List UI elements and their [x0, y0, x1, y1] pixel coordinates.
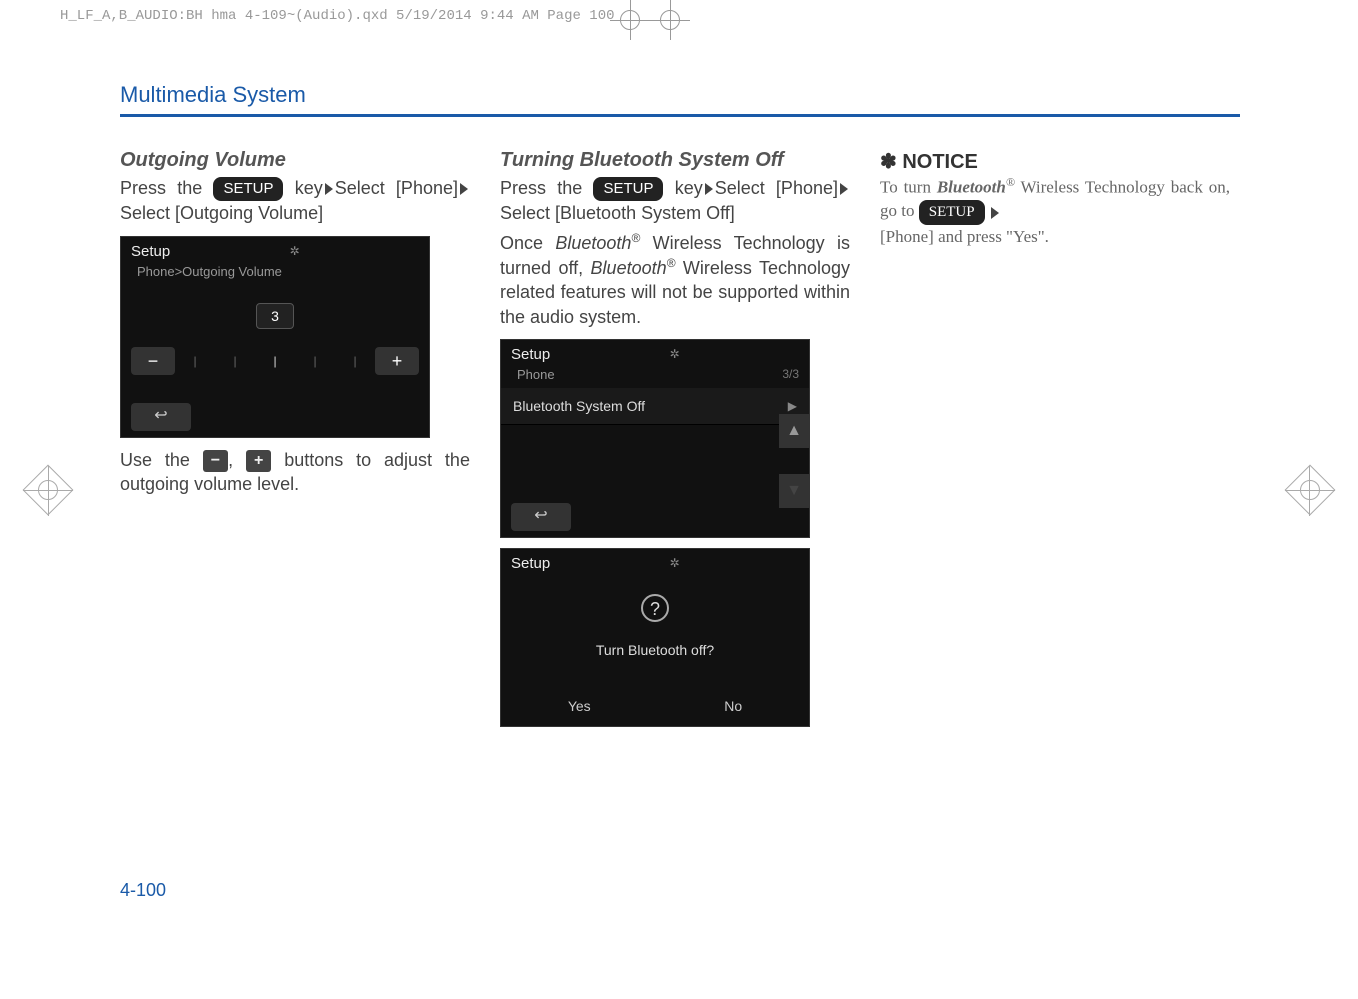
columns-container: Outgoing Volume Press the SETUP key Selec… — [120, 149, 1240, 737]
registration-mark-top — [610, 0, 650, 40]
screenshot-sub-label: Phone — [517, 367, 555, 382]
triangle-icon — [840, 183, 848, 195]
screenshot-header: Setup ✲ — [501, 340, 809, 365]
col2-instruction: Press the SETUP key Select [Phone] Select … — [500, 176, 850, 226]
registered-mark: ® — [1006, 175, 1015, 189]
document-meta-header: H_LF_A,B_AUDIO:BH hma 4-109~(Audio).qxd … — [60, 8, 615, 24]
volume-plus-button[interactable]: + — [375, 347, 419, 375]
screenshot-sub: Phone 3/3 — [501, 365, 809, 388]
col1-instruction: Press the SETUP key Select [Phone] Select … — [120, 176, 470, 226]
volume-control-row: − ||||| + — [131, 347, 419, 375]
volume-ticks: ||||| — [175, 354, 375, 368]
back-row: ↩ — [501, 499, 809, 537]
bluetooth-word: Bluetooth — [555, 233, 631, 253]
empty-list-area — [501, 425, 809, 485]
para2-pre: Once — [500, 233, 555, 253]
col2-select-btoff: Select [Bluetooth System Off] — [500, 203, 735, 223]
col1-key-text: key — [295, 178, 323, 198]
triangle-icon — [705, 183, 713, 195]
col1-press-text: Press the — [120, 178, 213, 198]
col2-press-text: Press the — [500, 178, 593, 198]
no-button[interactable]: No — [704, 694, 762, 718]
use-text-pre: Use the — [120, 450, 203, 470]
notice-star: ✽ — [880, 151, 897, 173]
col1-select-phone: Select [Phone] — [335, 178, 458, 198]
page-count: 3/3 — [782, 367, 799, 382]
gear-icon: ✲ — [670, 347, 680, 361]
bluetooth-word: Bluetooth — [591, 258, 667, 278]
confirm-body: ? Turn Bluetooth off? — [501, 574, 809, 694]
question-icon: ? — [641, 594, 669, 622]
screenshot-outgoing-volume: Setup ✲ Phone>Outgoing Volume 3 − ||||| … — [120, 236, 430, 438]
col1-select-outvol: Select [Outgoing Volume] — [120, 203, 323, 223]
title-underline — [120, 114, 1240, 117]
notice-text: To turn Bluetooth® Wireless Technology b… — [880, 174, 1230, 249]
triangle-icon — [991, 207, 999, 219]
list-container: Bluetooth System Off ▶ ▲ ▼ — [501, 388, 809, 485]
page-content: Multimedia System Outgoing Volume Press … — [120, 82, 1240, 737]
back-button[interactable]: ↩ — [511, 503, 571, 531]
subheading-bluetooth-off: Turning Bluetooth System Off — [500, 149, 850, 172]
screenshot-header: Setup ✲ — [501, 549, 809, 574]
plus-inline-button: + — [246, 450, 271, 472]
screenshot-confirm-dialog: Setup ✲ ? Turn Bluetooth off? Yes No — [500, 548, 810, 727]
triangle-icon — [325, 183, 333, 195]
confirm-question-text: Turn Bluetooth off? — [511, 642, 799, 658]
notice-pre: To turn — [880, 178, 937, 197]
volume-minus-button[interactable]: − — [131, 347, 175, 375]
screenshot-title: Setup — [511, 346, 550, 363]
list-item-bluetooth-off[interactable]: Bluetooth System Off ▶ — [501, 388, 809, 425]
bluetooth-word: Bluetooth — [937, 178, 1006, 197]
registration-mark-right-vline — [1309, 466, 1310, 516]
registration-mark-right-hline — [1285, 490, 1335, 491]
notice-heading: ✽ NOTICE — [880, 149, 1230, 174]
screenshot-phone-menu: Setup ✲ Phone 3/3 Bluetooth System Off ▶… — [500, 339, 810, 538]
registration-mark-bottom — [650, 0, 690, 40]
screenshot-title: Setup — [511, 555, 550, 572]
setup-key-button: SETUP — [593, 177, 663, 201]
scroll-down-button[interactable]: ▼ — [779, 474, 809, 508]
notice-label: NOTICE — [902, 151, 978, 173]
notice-post: [Phone] and press "Yes". — [880, 227, 1049, 246]
column-3: ✽ NOTICE To turn Bluetooth® Wireless Tec… — [880, 149, 1230, 737]
col2-key-text: key — [675, 178, 703, 198]
yes-button[interactable]: Yes — [548, 694, 611, 718]
screenshot-header: Setup ✲ — [121, 237, 429, 262]
triangle-icon — [460, 183, 468, 195]
screenshot-body: 3 − ||||| + — [121, 285, 429, 385]
screenshot-breadcrumb: Phone>Outgoing Volume — [121, 262, 429, 285]
chevron-right-icon: ▶ — [788, 399, 797, 413]
scroll-buttons: ▲ ▼ — [779, 414, 809, 508]
col1-use-text: Use the −, + buttons to adjust the outgo… — [120, 448, 470, 497]
registered-mark: ® — [631, 231, 640, 245]
col2-paragraph2: Once Bluetooth® Wireless Technology is t… — [500, 230, 850, 329]
column-1: Outgoing Volume Press the SETUP key Selec… — [120, 149, 470, 737]
scroll-up-button[interactable]: ▲ — [779, 414, 809, 448]
column-2: Turning Bluetooth System Off Press the S… — [500, 149, 850, 737]
back-button[interactable]: ↩ — [131, 403, 191, 431]
subheading-outgoing-volume: Outgoing Volume — [120, 149, 470, 172]
back-row: ↩ — [121, 399, 429, 437]
setup-key-button: SETUP — [919, 200, 985, 225]
gear-icon: ✲ — [670, 556, 680, 570]
page-number: 4-100 — [120, 880, 166, 901]
setup-key-button: SETUP — [213, 177, 283, 201]
section-title: Multimedia System — [120, 82, 1240, 108]
screenshot-title: Setup — [131, 243, 170, 260]
minus-inline-button: − — [203, 450, 228, 472]
volume-value-box: 3 — [256, 303, 294, 329]
list-item-label: Bluetooth System Off — [513, 398, 645, 414]
confirm-buttons-row: Yes No — [501, 694, 809, 726]
gear-icon: ✲ — [290, 244, 300, 258]
col2-select-phone: Select [Phone] — [715, 178, 838, 198]
registration-mark-left-vline — [48, 466, 49, 516]
